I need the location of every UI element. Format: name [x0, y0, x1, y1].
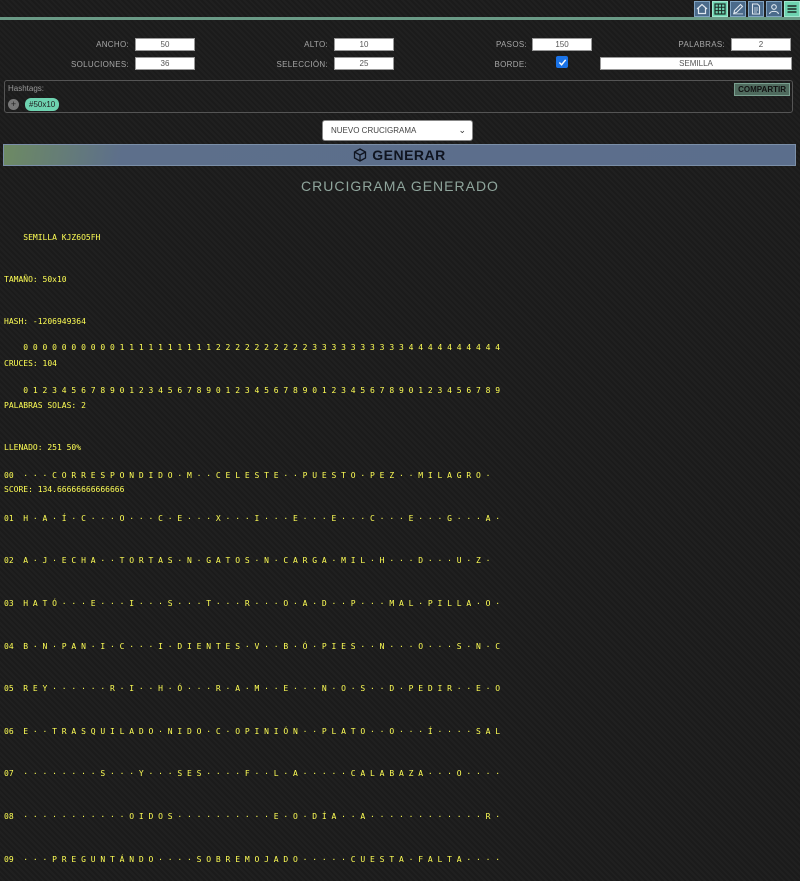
result-title: CRUCIGRAMA GENERADO: [301, 178, 499, 194]
grid-row: 09 · · · P R E G U N T Á N D O · · · · S…: [4, 854, 501, 864]
hashtags-label: Hashtags:: [8, 84, 45, 93]
grid-spacer: [4, 427, 500, 441]
grid-header-row: 0 0 0 0 0 0 0 0 0 0 1 1 1 1 1 1 1 1 1 1 …: [4, 343, 501, 353]
info-line: TAMAÑO: 50x10: [4, 275, 67, 284]
icon-toolbar: [694, 1, 800, 17]
palabras-label: PALABRAS:: [678, 40, 725, 49]
semilla-input[interactable]: [600, 57, 792, 70]
soluciones-label: SOLUCIONES:: [71, 60, 129, 69]
grid-row: 04 B · N · P A N · I · C · · · I · D I E…: [4, 641, 501, 651]
grid-row: 08 · · · · · · · · · · · O I D O S · · ·…: [4, 811, 501, 821]
pasos-label: PASOS:: [496, 40, 527, 49]
header-divider: [0, 17, 800, 20]
soluciones-input[interactable]: [135, 57, 195, 70]
grid-icon[interactable]: [712, 1, 728, 17]
ancho-label: ANCHO:: [96, 40, 129, 49]
crossword-grid: 0 0 0 0 0 0 0 0 0 0 1 1 1 1 1 1 1 1 1 1 …: [4, 313, 500, 881]
user-icon[interactable]: [766, 1, 782, 17]
menu-icon[interactable]: [784, 1, 800, 17]
grid-row: 06 E · · T R A S Q U I L A D O · N I D O…: [4, 726, 501, 736]
hashtags-panel: Hashtags: COMPARTIR + #50x10: [4, 80, 793, 113]
borde-label: BORDE:: [494, 60, 527, 69]
info-line: SEMILLA KJZ6O5FH: [4, 233, 101, 242]
palabras-input[interactable]: [731, 38, 791, 51]
mode-select[interactable]: NUEVO CRUCIGRAMA ⌄: [322, 120, 473, 141]
check-icon: [558, 58, 566, 66]
document-icon[interactable]: [748, 1, 764, 17]
pasos-input[interactable]: [532, 38, 592, 51]
seleccion-input[interactable]: [334, 57, 394, 70]
grid-row: 03 H A T Ó · · · E · · · I · · · S · · ·…: [4, 598, 501, 608]
grid-row: 02 A · J · E C H A · · T O R T A S · N ·…: [4, 556, 491, 566]
grid-header-row: 0 1 2 3 4 5 6 7 8 9 0 1 2 3 4 5 6 7 8 9 …: [4, 386, 501, 395]
borde-checkbox[interactable]: [556, 56, 568, 68]
chevron-down-icon: ⌄: [458, 125, 466, 135]
generate-label: GENERAR: [372, 147, 446, 163]
generate-button[interactable]: GENERAR: [3, 144, 796, 166]
alto-input[interactable]: [334, 38, 394, 51]
grid-row: 05 R E Y · · · · · · R · I · · H · Ó · ·…: [4, 684, 501, 694]
add-hashtag-button[interactable]: +: [8, 99, 19, 110]
grid-row: 00 · · · C O R R E S P O N D I D O · M ·…: [4, 471, 491, 481]
grid-row: 01 H · A · Í · C · · · O · · · C · E · ·…: [4, 513, 501, 523]
home-icon[interactable]: [694, 1, 710, 17]
grid-row: 07 · · · · · · · · S · · · Y · · · S E S…: [4, 769, 501, 779]
ancho-input[interactable]: [135, 38, 195, 51]
edit-icon[interactable]: [730, 1, 746, 17]
mode-select-value: NUEVO CRUCIGRAMA: [331, 126, 417, 135]
alto-label: ALTO:: [304, 40, 328, 49]
cube-icon: [354, 148, 367, 162]
share-button[interactable]: COMPARTIR: [734, 83, 790, 96]
hashtag-chip[interactable]: #50x10: [25, 98, 60, 111]
seleccion-label: SELECCIÓN:: [276, 60, 328, 69]
